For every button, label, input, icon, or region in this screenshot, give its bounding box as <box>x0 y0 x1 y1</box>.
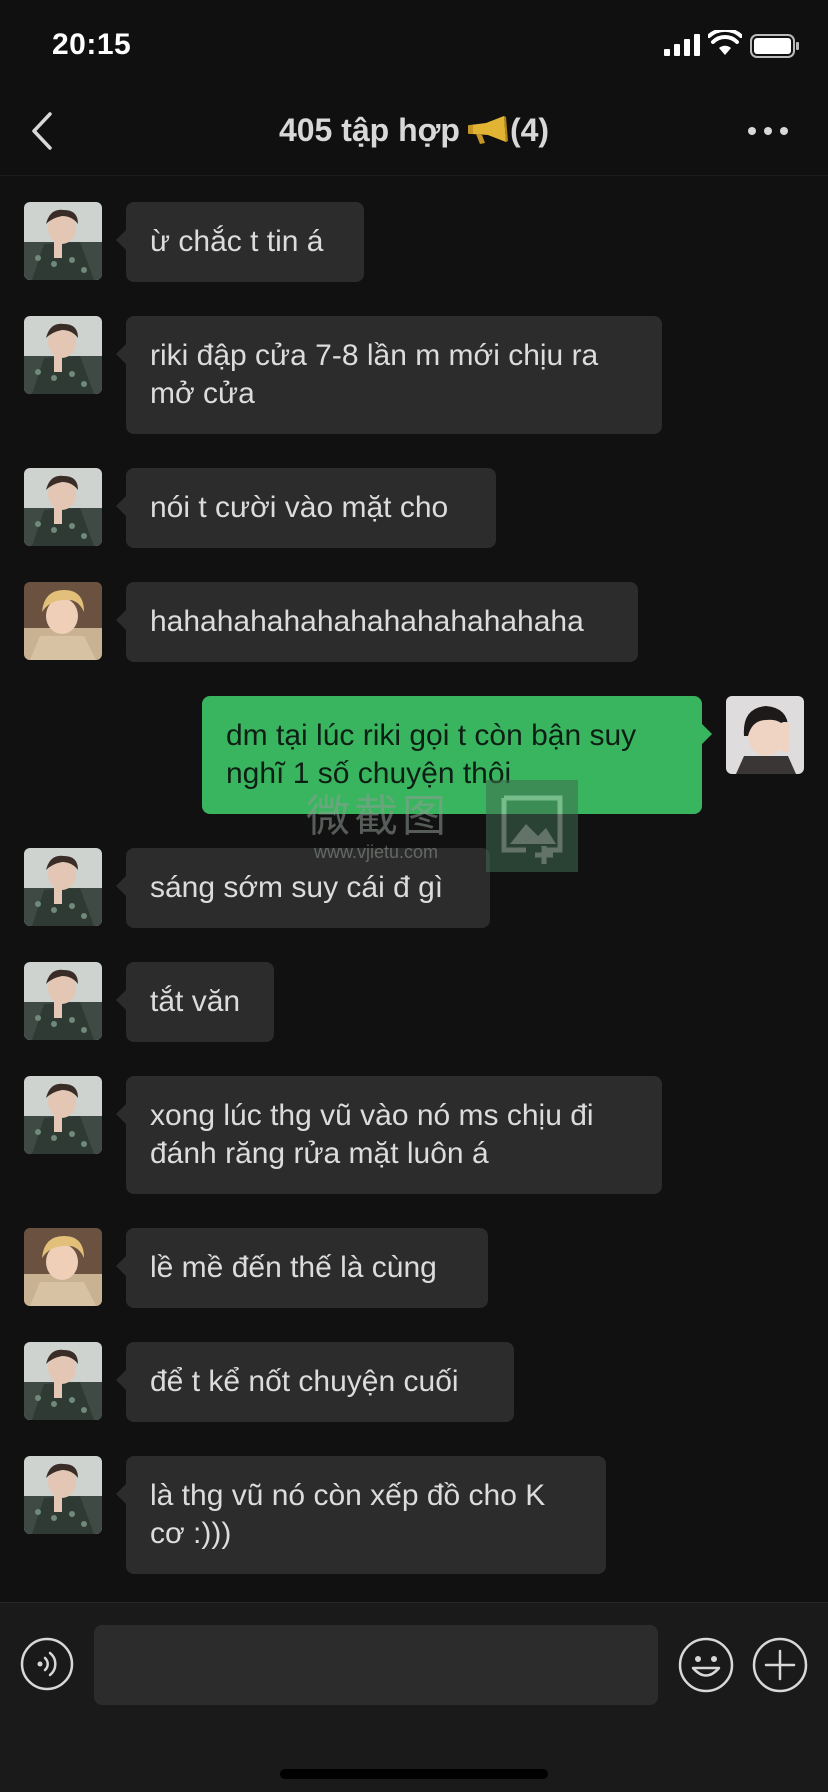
battery-icon <box>750 34 799 58</box>
status-bar: 20:15 <box>0 0 828 88</box>
message-bubble[interactable]: để t kể nốt chuyện cuối <box>116 1342 514 1422</box>
avatar[interactable] <box>24 1076 102 1154</box>
message-bubble-self[interactable]: dm tại lúc riki gọi t còn bận suy nghĩ 1… <box>202 696 712 814</box>
status-time: 20:15 <box>52 28 132 61</box>
input-bar <box>0 1602 828 1792</box>
emoji-icon[interactable] <box>678 1637 734 1693</box>
message-bubble[interactable]: sáng sớm suy cái đ gì <box>116 848 490 928</box>
page-title: 405 tập hợp (4) <box>0 112 828 149</box>
avatar[interactable] <box>24 582 102 660</box>
wifi-icon <box>708 30 742 55</box>
message-bubble[interactable]: riki đập cửa 7-8 lần m mới chịu ra mở cử… <box>116 316 662 434</box>
avatar[interactable] <box>24 1456 102 1534</box>
avatar[interactable] <box>24 316 102 394</box>
avatar[interactable] <box>24 202 102 280</box>
message-bubble[interactable]: xong lúc thg vũ vào nó ms chịu đi đánh r… <box>116 1076 662 1194</box>
message-bubble[interactable]: lề mề đến thế là cùng <box>116 1228 488 1308</box>
message-bubble[interactable]: ừ chắc t tin á <box>116 202 364 282</box>
home-indicator[interactable] <box>280 1769 548 1779</box>
message-bubble[interactable]: là thg vũ nó còn xếp đồ cho K cơ :))) <box>116 1456 606 1574</box>
group-name: 405 tập hợp <box>278 112 460 148</box>
avatar[interactable] <box>24 1228 102 1306</box>
message-bubble[interactable]: nói t cười vào mặt cho <box>116 468 496 548</box>
message-bubble[interactable]: tắt văn <box>116 962 274 1042</box>
plus-icon[interactable] <box>752 1637 808 1693</box>
signal-icon <box>664 34 700 56</box>
chat-header: 405 tập hợp (4) <box>0 88 828 176</box>
message-bubble[interactable]: hahahahahahahahahahahahaha <box>116 582 638 662</box>
avatar-self[interactable] <box>726 696 804 774</box>
avatar[interactable] <box>24 468 102 546</box>
more-icon[interactable] <box>746 124 790 138</box>
chat-message-list[interactable]: ừ chắc t tin á riki đập cửa 7-8 lần m mớ… <box>0 177 828 1602</box>
message-input[interactable] <box>94 1625 658 1705</box>
avatar[interactable] <box>24 848 102 926</box>
member-count: (4) <box>509 112 550 148</box>
avatar[interactable] <box>24 1342 102 1420</box>
voice-icon[interactable] <box>20 1637 74 1691</box>
megaphone-icon <box>467 116 508 144</box>
avatar[interactable] <box>24 962 102 1040</box>
